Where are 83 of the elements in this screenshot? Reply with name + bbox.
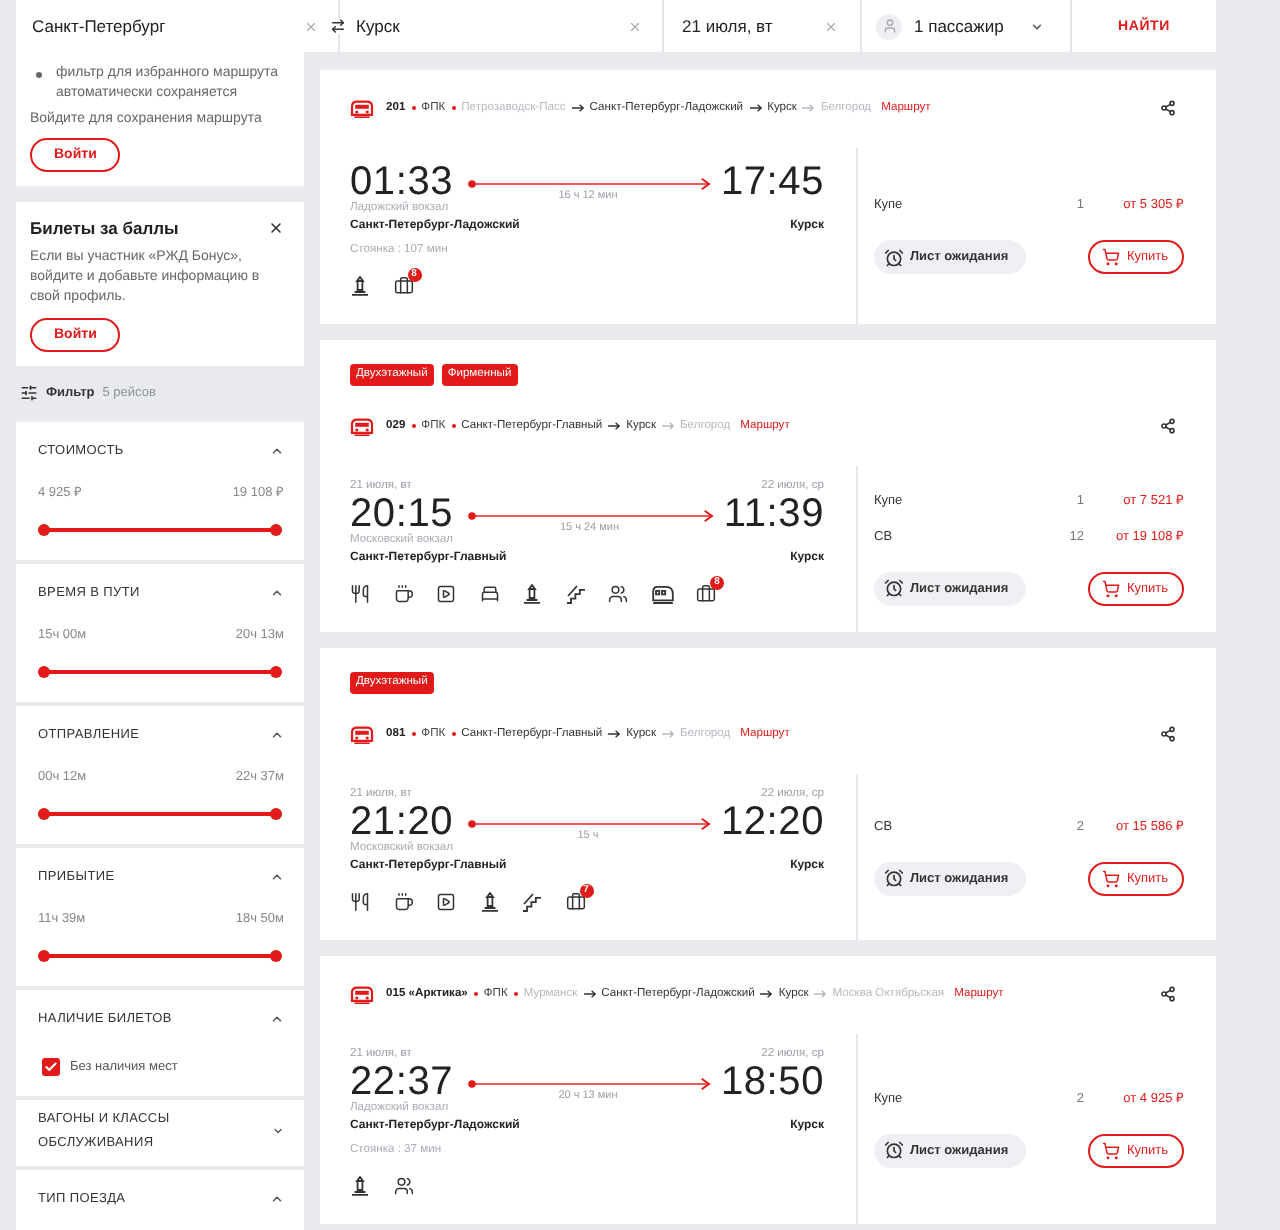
utensils-icon [350, 892, 370, 912]
cart-icon [1102, 248, 1121, 266]
slider-track[interactable] [38, 807, 282, 820]
utensils-icon [350, 584, 370, 604]
departure-time: 21:20 [350, 802, 454, 842]
chevron-down-icon[interactable] [271, 1124, 284, 1139]
share-icon[interactable] [1160, 100, 1176, 116]
slider-thumb[interactable] [38, 949, 50, 962]
alarm-clock-icon [884, 578, 904, 598]
arrival-time: 18:50 [720, 1062, 824, 1102]
from-field[interactable]: Санкт-Петербург [16, 0, 330, 52]
slider-thumb[interactable] [270, 949, 282, 962]
arrow-icon [662, 730, 674, 738]
departure-time: 22:37 [350, 1062, 454, 1102]
to-field[interactable]: Курск [346, 0, 662, 52]
cup-icon [393, 584, 413, 604]
wagon-icon [651, 584, 673, 604]
alarm-clock-icon [884, 1140, 904, 1160]
chevron-up-icon[interactable] [270, 1012, 284, 1027]
arrow-icon [662, 422, 674, 430]
monument-icon [522, 584, 542, 604]
train-icon [350, 99, 374, 117]
slider-thumb[interactable] [270, 665, 282, 678]
slider-thumb[interactable] [38, 665, 50, 678]
cup-icon [393, 892, 413, 912]
chevron-up-icon[interactable] [270, 870, 284, 885]
arrow-icon [814, 990, 827, 998]
people-icon [608, 584, 628, 604]
alarm-clock-icon [884, 247, 904, 267]
people-icon [393, 1176, 413, 1196]
departure-time: 01:33 [350, 162, 454, 202]
date-field[interactable]: 21 июля, вт [662, 0, 860, 52]
monument-icon [479, 892, 499, 912]
arrow-icon [571, 104, 584, 112]
chevron-up-icon[interactable] [270, 586, 284, 601]
share-icon[interactable] [1160, 418, 1176, 434]
arrival-time: 17:45 [720, 162, 824, 202]
play-icon [436, 584, 456, 604]
arrow-icon [802, 104, 815, 112]
close-icon[interactable] [268, 219, 284, 236]
play-icon [436, 892, 456, 912]
chevron-down-icon [1030, 19, 1044, 33]
arrow-icon [760, 990, 773, 998]
slider-thumb[interactable] [38, 807, 50, 820]
train-icon [350, 417, 374, 435]
stairs-icon [565, 584, 585, 604]
departure-time: 20:15 [350, 494, 454, 534]
user-icon [876, 13, 902, 39]
arrival-time: 12:20 [720, 802, 824, 842]
slider-thumb[interactable] [270, 807, 282, 820]
arrival-time: 11:39 [723, 494, 824, 534]
briefcase-icon [565, 892, 585, 912]
monument-icon [350, 1176, 370, 1196]
arrow-icon [608, 730, 621, 738]
share-icon[interactable] [1160, 726, 1176, 742]
stairs-icon [522, 892, 542, 912]
slider-track[interactable] [38, 665, 282, 678]
arrow-icon [583, 990, 596, 998]
slider-thumb[interactable] [270, 523, 282, 536]
alarm-clock-icon [884, 868, 904, 888]
slider-thumb[interactable] [38, 523, 50, 536]
cart-icon [1102, 579, 1121, 597]
chevron-up-icon[interactable] [270, 728, 284, 743]
card-title: Билеты за баллы [30, 217, 179, 238]
swap-icon[interactable] [330, 18, 346, 34]
cart-icon [1102, 1141, 1121, 1159]
share-icon[interactable] [1160, 986, 1176, 1002]
slider-track[interactable] [38, 523, 282, 536]
bullet-icon [36, 72, 42, 78]
briefcase-icon [393, 276, 413, 296]
arrow-icon [608, 422, 621, 430]
slider-track[interactable] [38, 949, 282, 962]
checkbox[interactable] [42, 1057, 60, 1076]
cart-icon [1102, 869, 1121, 887]
chevron-up-icon[interactable] [270, 444, 284, 459]
train-icon [350, 725, 374, 743]
arrow-icon [749, 104, 762, 112]
bed-icon [479, 584, 499, 604]
train-icon [350, 985, 374, 1003]
briefcase-icon [696, 584, 716, 604]
filter-icon[interactable] [20, 384, 38, 403]
monument-icon [350, 276, 370, 296]
chevron-up-icon[interactable] [270, 1192, 284, 1207]
